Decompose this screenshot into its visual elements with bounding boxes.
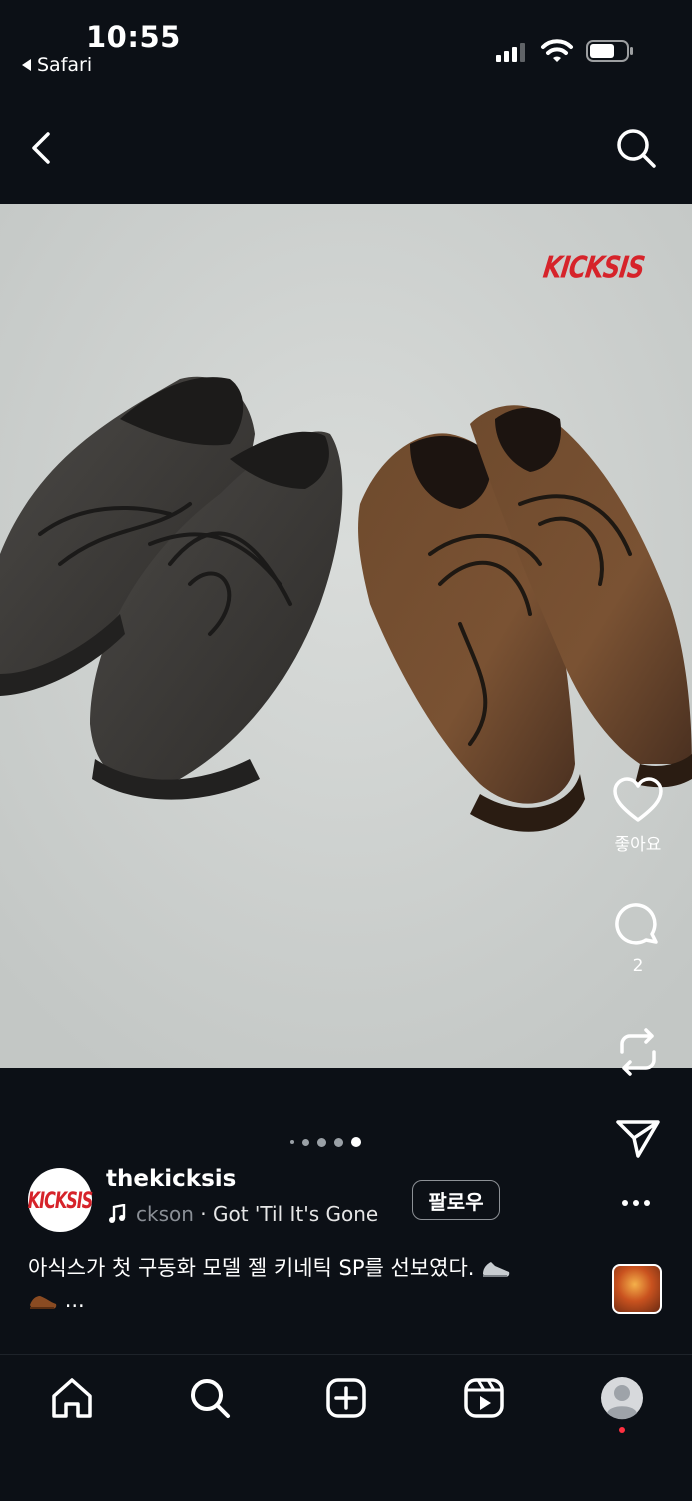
search-tab-icon[interactable] <box>186 1374 234 1422</box>
post-image[interactable] <box>0 204 692 1068</box>
comment-count: 2 <box>632 956 644 976</box>
profile-icon[interactable] <box>598 1374 646 1422</box>
wifi-icon <box>541 39 573 62</box>
music-separator: · <box>200 1202 207 1226</box>
repost-icon <box>620 1028 656 1076</box>
comment-icon <box>615 903 658 945</box>
notification-dot <box>619 1427 625 1433</box>
avatar-logo-text: KICKSIS <box>27 1186 93 1214</box>
back-to-app-link[interactable]: Safari <box>22 54 92 76</box>
audio-thumbnail[interactable] <box>612 1264 662 1314</box>
carousel-dot <box>317 1137 326 1147</box>
add-icon[interactable] <box>322 1374 370 1422</box>
comment-button[interactable]: 2 <box>604 902 672 976</box>
reels-icon[interactable] <box>460 1374 508 1422</box>
share-button[interactable] <box>604 1114 672 1162</box>
author-avatar[interactable]: KICKSIS <box>27 1168 93 1232</box>
like-button[interactable]: 좋아요 <box>604 776 672 855</box>
sneaker-emoji-icon <box>483 1262 510 1277</box>
carousel-dot <box>334 1137 343 1147</box>
music-info[interactable]: ckson · Got 'Til It's Gone <box>108 1202 378 1226</box>
caption-more[interactable]: ... <box>65 1288 85 1312</box>
post-caption[interactable]: 아식스가 첫 구동화 모델 젤 키네틱 SP를 선보였다. ... <box>28 1252 568 1316</box>
music-title: Got 'Til It's Gone <box>213 1202 379 1226</box>
like-label: 좋아요 <box>614 835 662 855</box>
music-note-icon <box>109 1204 126 1223</box>
author-username[interactable]: thekicksis <box>106 1166 236 1192</box>
brand-watermark: KICKSIS <box>540 250 646 285</box>
music-artist: ckson <box>136 1202 194 1226</box>
repost-button[interactable] <box>604 1026 672 1078</box>
status-time: 10:55 <box>86 20 181 54</box>
follow-button[interactable]: 팔로우 <box>412 1180 500 1220</box>
back-app-label: Safari <box>37 54 93 76</box>
dress-shoe-emoji-icon <box>30 1296 57 1309</box>
home-icon[interactable] <box>48 1374 96 1422</box>
carousel-indicator <box>290 1137 361 1147</box>
heart-icon <box>613 777 663 822</box>
shoes-photo <box>0 204 692 1068</box>
carousel-dot <box>302 1138 309 1146</box>
caption-text: 아식스가 첫 구동화 모델 젤 키네틱 SP를 선보였다. <box>28 1256 475 1280</box>
more-icon[interactable] <box>622 1200 650 1206</box>
carousel-dot <box>290 1140 294 1144</box>
cellular-signal-icon <box>496 42 525 62</box>
chevron-left-icon[interactable] <box>26 126 56 170</box>
battery-icon <box>586 40 633 62</box>
search-icon[interactable] <box>612 124 660 172</box>
carousel-dot-active <box>351 1137 361 1147</box>
send-icon <box>616 1120 660 1158</box>
back-triangle-icon <box>22 59 31 71</box>
